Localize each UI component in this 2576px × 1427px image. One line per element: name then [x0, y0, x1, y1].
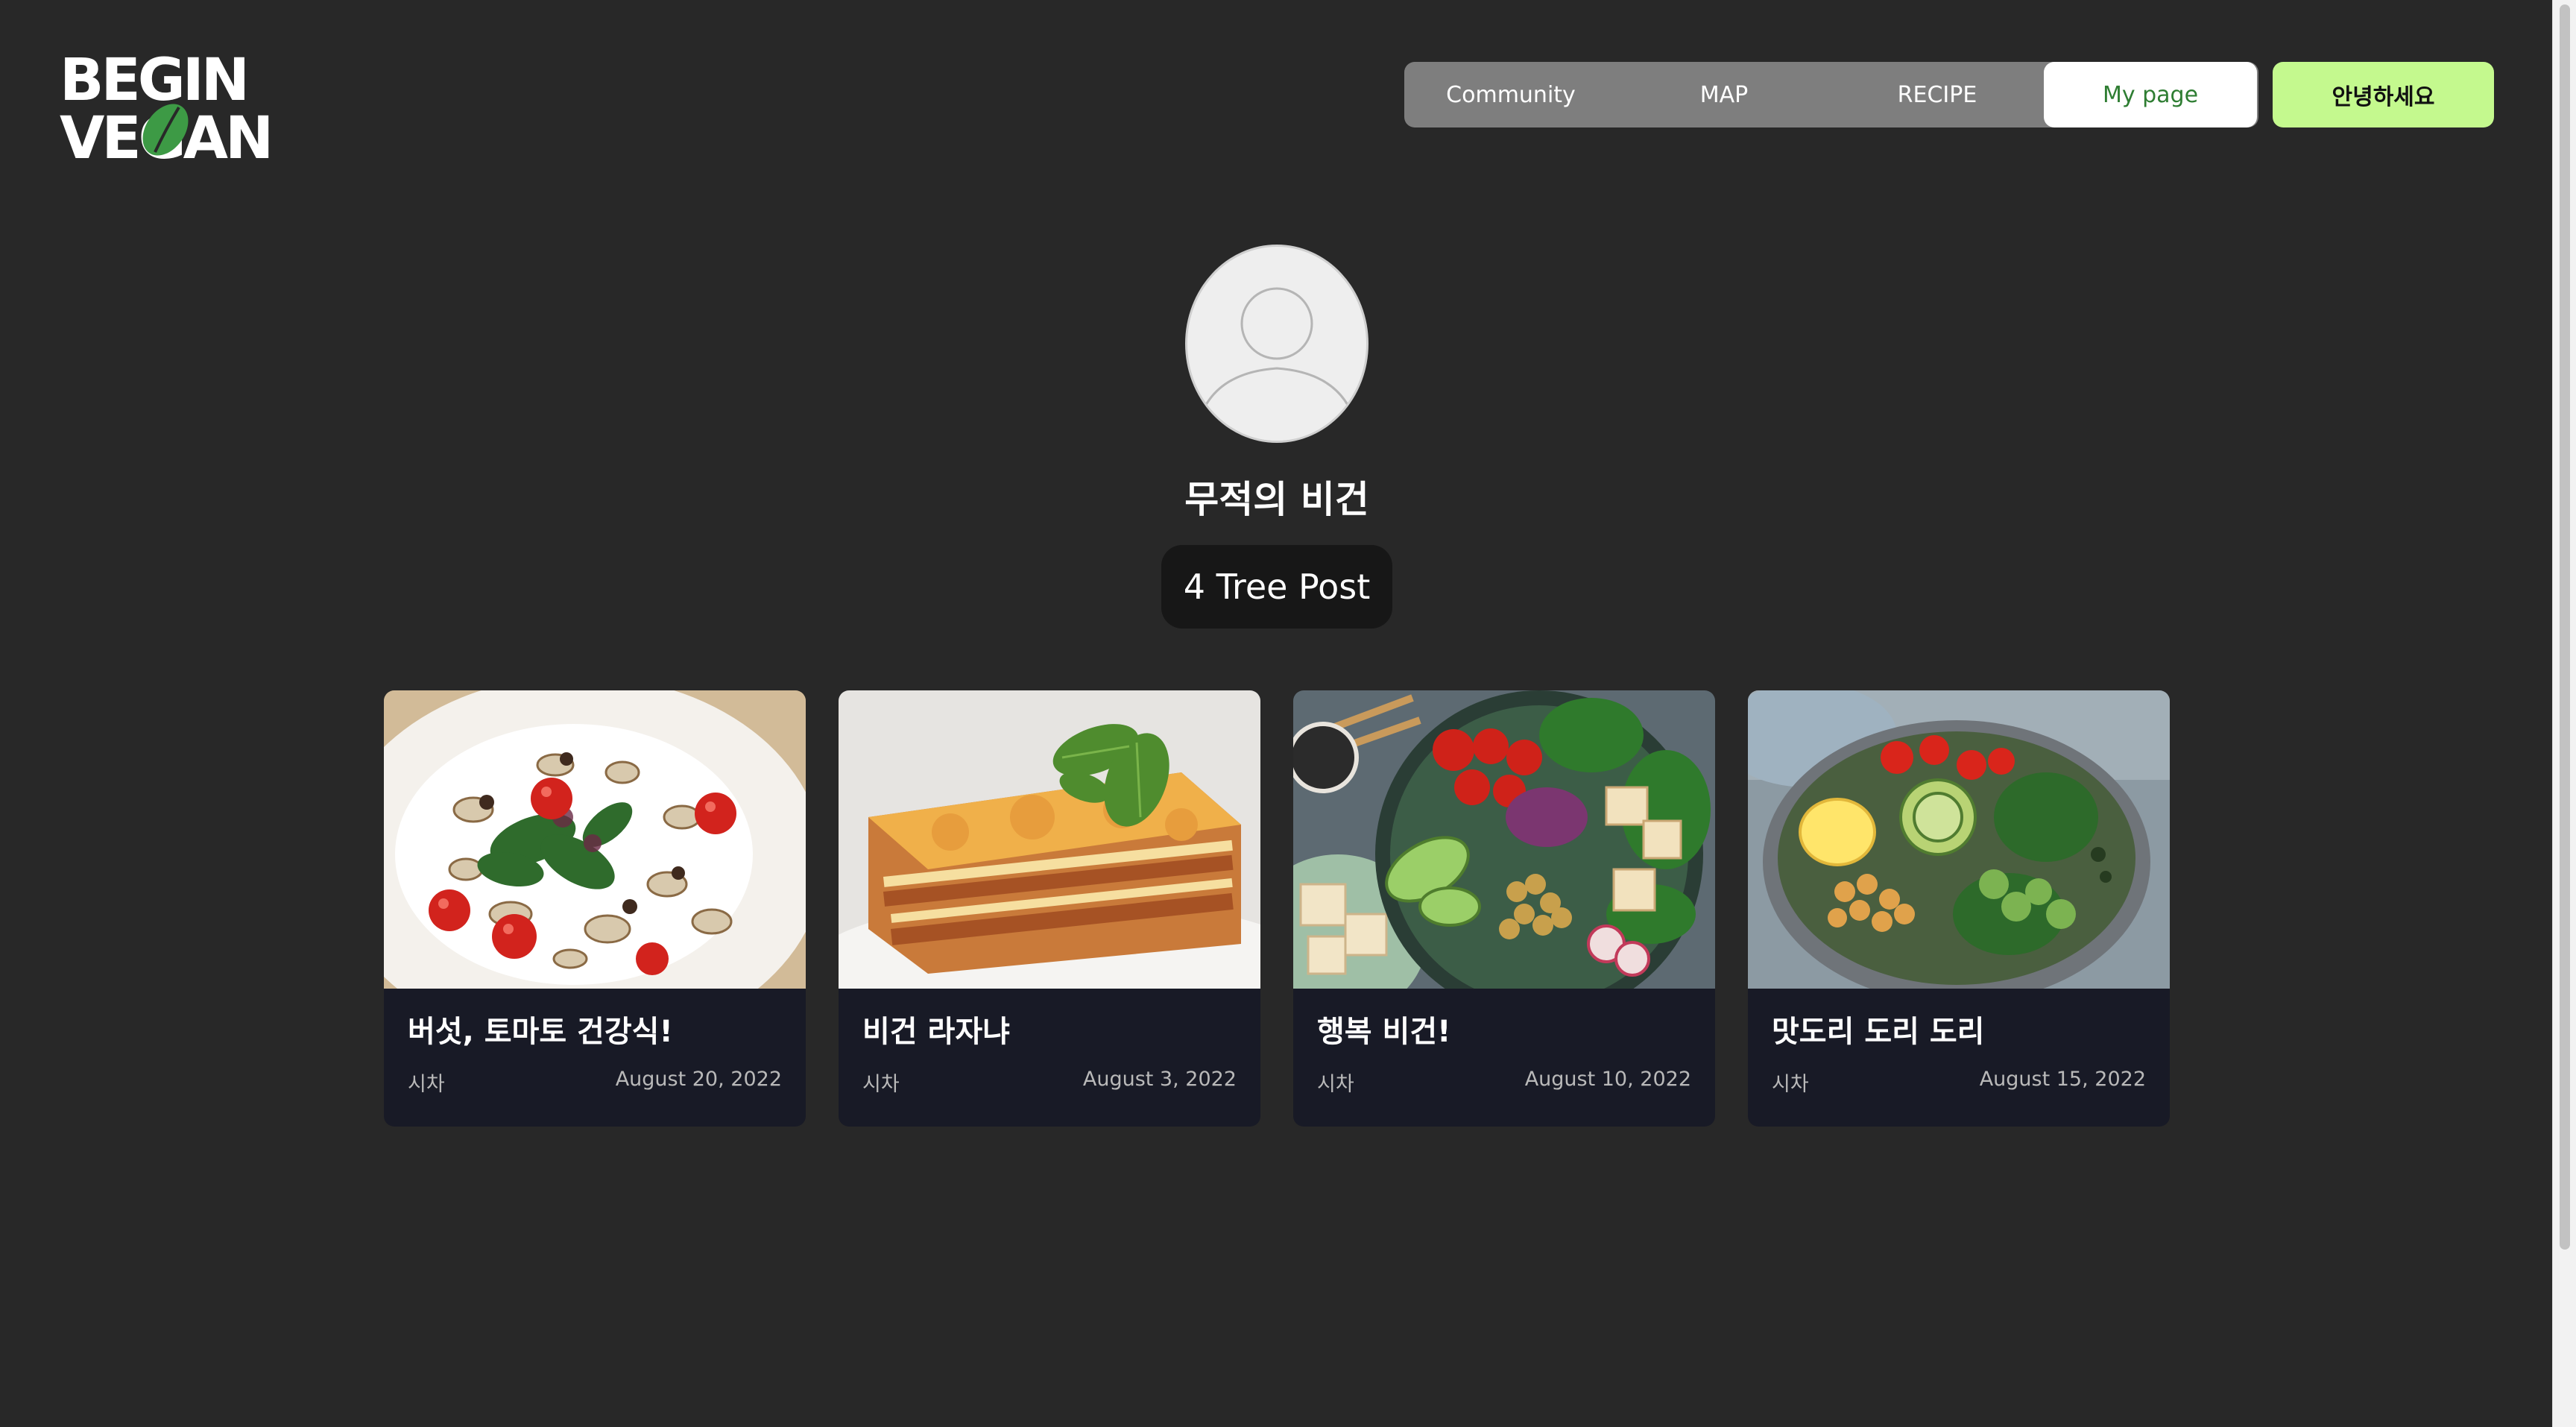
scrollbar-thumb[interactable]	[2560, 4, 2570, 1250]
svg-text:BEGIN: BEGIN	[60, 48, 247, 114]
user-placeholder-icon	[1193, 287, 1360, 441]
vertical-scrollbar[interactable]	[2552, 0, 2576, 1427]
greeting-button[interactable]: 안녕하세요	[2273, 62, 2494, 127]
begin-vegan-logo[interactable]: BEGIN VEGAN	[60, 47, 276, 172]
post-date: August 15, 2022	[1979, 1068, 2146, 1091]
post-card[interactable]: 버섯, 토마토 건강식! 시차 August 20, 2022	[384, 690, 806, 1127]
avatar	[1185, 245, 1368, 443]
post-card[interactable]: 맛도리 도리 도리 시차 August 15, 2022	[1748, 690, 2170, 1127]
post-title: 버섯, 토마토 건강식!	[408, 1015, 673, 1049]
nav-map[interactable]: MAP	[1617, 62, 1831, 127]
post-image-lasagna	[839, 690, 1260, 989]
post-date: August 10, 2022	[1524, 1068, 1691, 1091]
post-title: 비건 라자냐	[862, 1015, 1010, 1049]
post-author: 시차	[408, 1073, 445, 1096]
post-card[interactable]: 행복 비건! 시차 August 10, 2022	[1293, 690, 1715, 1127]
page: BEGIN VEGAN Community MAP RECIPE My page…	[0, 0, 2576, 1427]
post-author: 시차	[1772, 1073, 1809, 1096]
nav-recipe[interactable]: RECIPE	[1831, 62, 2044, 127]
post-card[interactable]: 비건 라자냐 시차 August 3, 2022	[839, 690, 1260, 1127]
nav-community[interactable]: Community	[1404, 62, 1617, 127]
post-image-mushroom-tomato	[384, 690, 806, 989]
post-date: August 3, 2022	[1082, 1068, 1237, 1091]
post-title: 행복 비건!	[1317, 1015, 1451, 1049]
post-count-badge: 4 Tree Post	[1161, 545, 1392, 629]
post-date: August 20, 2022	[615, 1068, 782, 1091]
post-grid: 버섯, 토마토 건강식! 시차 August 20, 2022 비건 라자냐 시…	[384, 690, 2170, 1127]
post-author: 시차	[1317, 1073, 1354, 1096]
main-nav: Community MAP RECIPE My page	[1404, 62, 2258, 127]
profile-username: 무적의 비건	[1184, 478, 1369, 521]
post-image-tofu-bowl	[1293, 690, 1715, 989]
nav-my-page[interactable]: My page	[2044, 62, 2257, 127]
post-author: 시차	[862, 1073, 900, 1096]
post-title: 맛도리 도리 도리	[1772, 1015, 1985, 1049]
post-image-chickpea-bowl	[1748, 690, 2170, 989]
